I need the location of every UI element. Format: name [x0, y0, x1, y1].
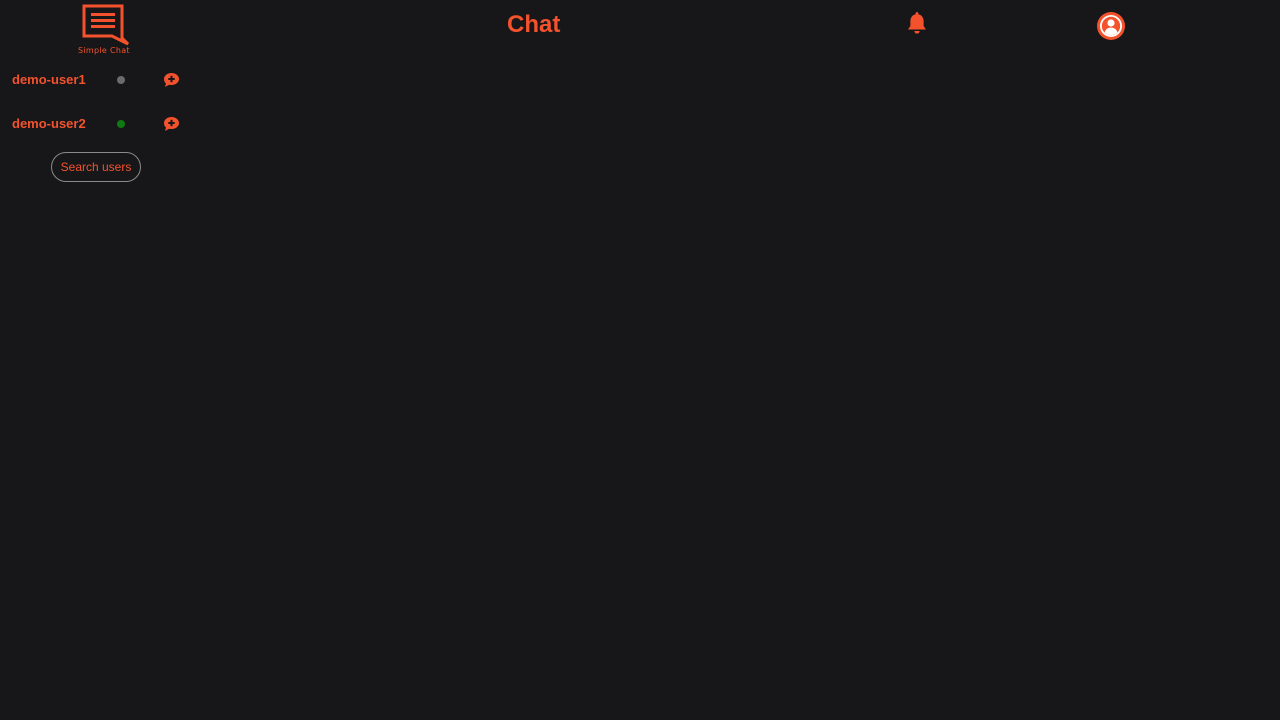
logo-text: Simple Chat [78, 46, 130, 55]
user-list-item: demo-user1 [0, 70, 200, 90]
user-name[interactable]: demo-user2 [12, 116, 86, 131]
page-title: Chat [507, 11, 561, 38]
app-root: Simple Chat Chat demo-user1 demo-user2 S… [0, 0, 1280, 720]
status-offline-dot [117, 76, 125, 84]
status-online-dot [117, 120, 125, 128]
user-circle-icon [1097, 12, 1125, 40]
start-chat-button[interactable] [163, 116, 180, 132]
chat-plus-icon [164, 117, 179, 131]
chat-plus-icon [164, 73, 179, 87]
chat-logo-icon [82, 4, 130, 46]
user-name[interactable]: demo-user1 [12, 72, 86, 87]
bell-icon [908, 12, 926, 34]
notifications-button[interactable] [906, 11, 928, 35]
user-list-item: demo-user2 [0, 114, 200, 134]
start-chat-button[interactable] [163, 72, 180, 88]
app-logo[interactable]: Simple Chat [76, 4, 136, 56]
profile-button[interactable] [1096, 11, 1126, 41]
search-users-button[interactable]: Search users [51, 152, 141, 182]
